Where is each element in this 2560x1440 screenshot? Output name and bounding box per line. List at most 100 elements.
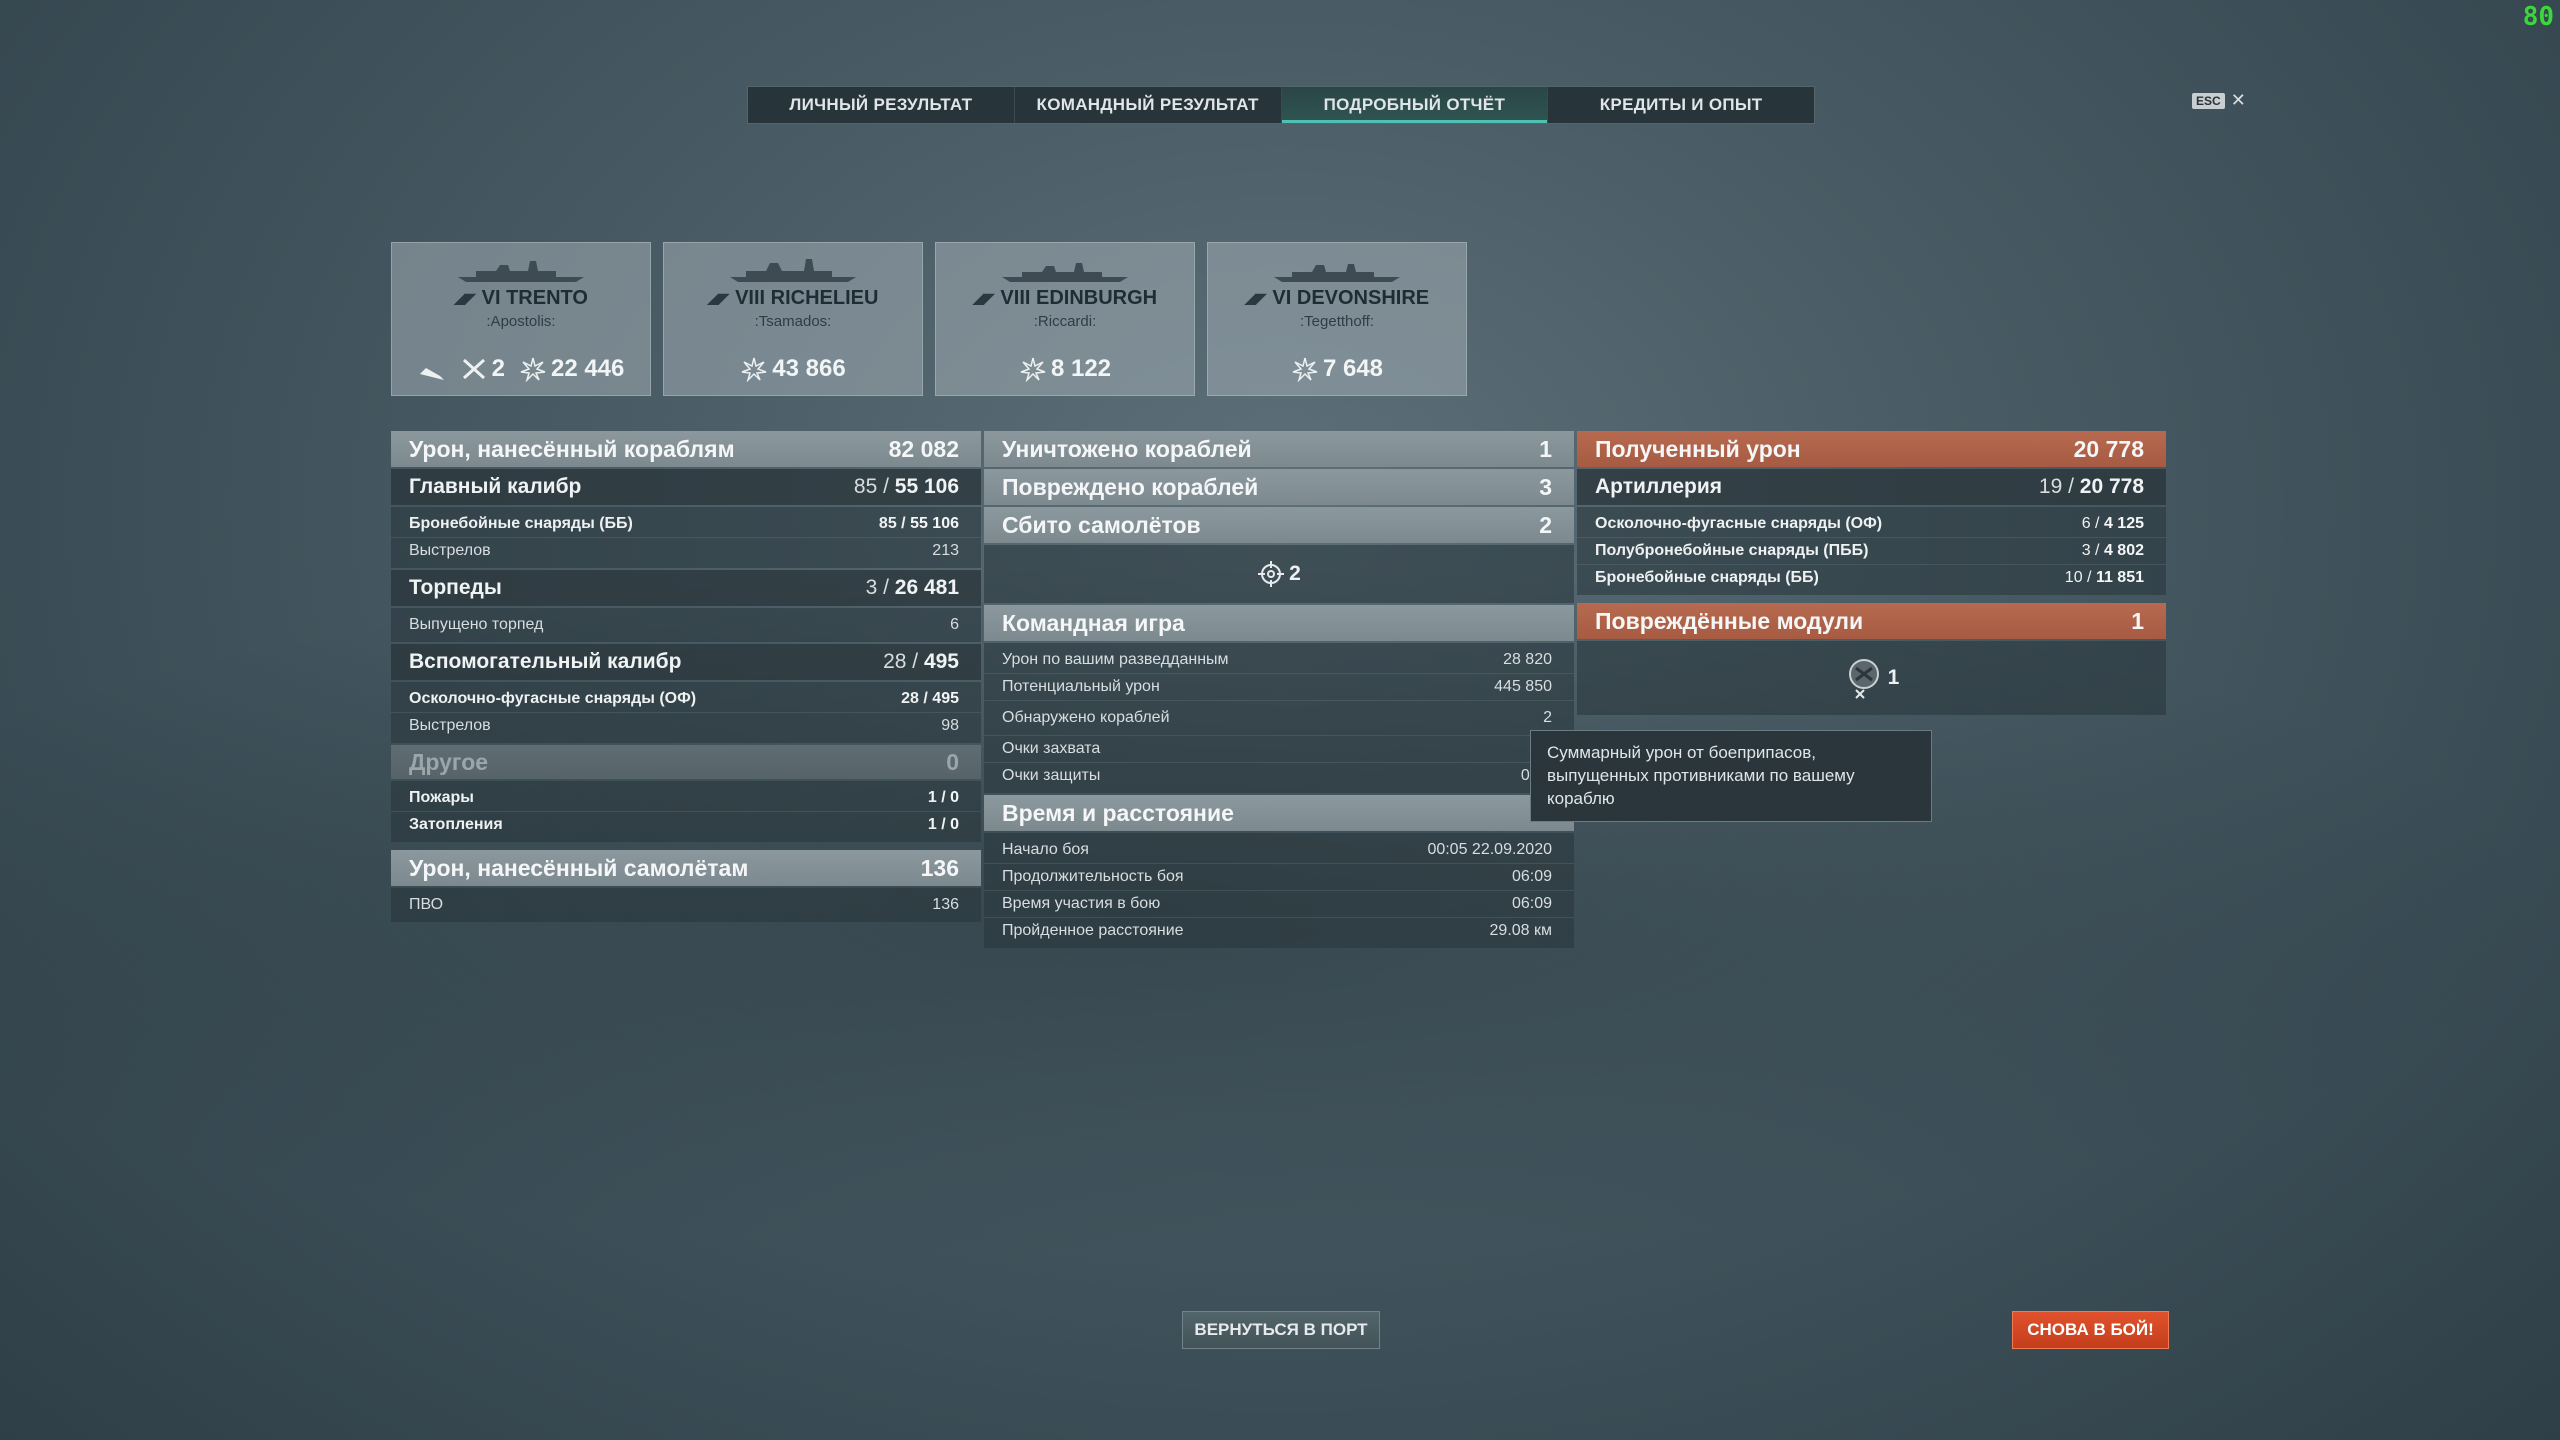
row-label: Главный калибр — [409, 475, 582, 498]
ship-name-text: VIII EDINBURGH — [1000, 287, 1158, 309]
stat-row: Осколочно-фугасные снаряды (ОФ) 28 / 495 — [391, 686, 981, 713]
damage-received-header[interactable]: Полученный урон 20 778 — [1577, 431, 2166, 467]
main-caliber-details: Бронебойные снаряды (ББ) 85 / 55 106 Выст… — [391, 507, 981, 568]
ship-name: ◢◤ VIII EDINBURGH — [936, 287, 1194, 310]
time-distance-header: Время и расстояние — [984, 795, 1574, 831]
artillery-details: Осколочно-фугасные снаряды (ОФ) 6 / 4 125… — [1577, 507, 2166, 595]
ship-name: ◢◤ VIII RICHELIEU — [664, 287, 922, 310]
team-play-details: Урон по вашим разведданным 28 820 Потенци… — [984, 643, 1574, 793]
stat-row: Начало боя 00:05 22.09.2020 — [984, 837, 1574, 864]
ship-name-text: VIII RICHELIEU — [735, 287, 879, 309]
damage-dealt-panel: Урон, нанесённый кораблям 82 082 Главный… — [391, 431, 981, 924]
other-details: Пожары 1 / 0 Затопления 1 / 0 — [391, 781, 981, 842]
aircraft-icon — [418, 356, 446, 382]
ship-silhouette-icon — [730, 259, 856, 282]
nation-flag-icon: ◢◤ — [707, 290, 730, 306]
main-caliber-row: Главный калибр 85 / 55 106 — [391, 469, 981, 505]
stat-row: Бронебойные снаряды (ББ) 10 / 11 851 — [1595, 569, 2144, 586]
damage-to-ships-header: Урон, нанесённый кораблям 82 082 — [391, 431, 981, 467]
tooltip: Суммарный урон от боеприпасов, выпущенны… — [1530, 730, 1932, 822]
explosion-icon — [742, 357, 767, 382]
esc-key-label: ESC — [2192, 92, 2225, 109]
damage-to-planes-header: Урон, нанесённый самолётам 136 — [391, 850, 981, 886]
damage-value: 43 866 — [772, 355, 846, 382]
header-label: Урон, нанесённый кораблям — [409, 435, 735, 462]
row-value: 3 / 26 481 — [865, 576, 959, 599]
achievements-panel: Уничтожено кораблей 1 Повреждено кораблей… — [984, 431, 1574, 950]
ship-card[interactable]: ◢◤ VI TRENTO :Apostolis: 2 22 446 — [391, 242, 651, 396]
damage-value: 7 648 — [1322, 355, 1384, 382]
header-value: 82 082 — [888, 435, 959, 462]
tab-credits-xp[interactable]: КРЕДИТЫ И ОПЫТ — [1548, 87, 1814, 123]
stat-row: Затопления 1 / 0 — [409, 816, 959, 833]
torpedoes-row: Торпеды 3 / 26 481 — [391, 570, 981, 606]
planes-destroyed-stat: 2 — [460, 355, 505, 383]
return-to-port-button[interactable]: ВЕРНУТЬСЯ В ПОРТ — [1182, 1311, 1380, 1349]
damage-value: 22 446 — [550, 355, 625, 382]
stat-row: Пожары 1 / 0 — [391, 785, 981, 812]
close-icon: ✕ — [2230, 90, 2246, 110]
tab-detailed-report[interactable]: ПОДРОБНЫЙ ОТЧЁТ — [1281, 87, 1549, 123]
damage-stat: 8 122 — [1019, 355, 1111, 383]
row-value: 28 / 495 — [883, 650, 959, 673]
stat-row: Выстрелов 213 — [409, 542, 959, 559]
stat-row: Бронебойные снаряды (ББ) 85 / 55 106 — [391, 511, 981, 538]
stat-row: Урон по вашим разведданным 28 820 — [984, 647, 1574, 674]
stat-row: Выпущено торпед 6 — [409, 616, 959, 633]
ship-card[interactable]: ◢◤ VIII EDINBURGH :Riccardi: 8 122 — [935, 242, 1195, 396]
battle-again-button[interactable]: СНОВА В БОЙ! — [2012, 1311, 2169, 1349]
player-name: :Riccardi: — [1033, 313, 1097, 330]
ship-name: ◢◤ VI DEVONSHIRE — [1208, 287, 1466, 310]
damaged-modules-row: 1 — [1577, 641, 2166, 715]
stat-row: Пройденное расстояние 29.08 км — [1002, 922, 1552, 939]
explosion-icon — [520, 357, 546, 382]
planes-shot-icon-row: 2 — [984, 545, 1574, 603]
explosion-icon — [1020, 357, 1046, 382]
ship-card[interactable]: ◢◤ VI DEVONSHIRE :Tegetthoff: 7 648 — [1207, 242, 1467, 396]
ship-stats: 7 648 — [1208, 355, 1466, 383]
player-name: :Tegetthoff: — [1300, 313, 1374, 330]
planes-destroyed-count: 2 — [491, 355, 505, 382]
stat-row: ПВО 136 — [409, 896, 959, 913]
plane-destroyed-icon — [462, 358, 485, 380]
tab-personal-result[interactable]: ЛИЧНЫЙ РЕЗУЛЬТАТ — [748, 87, 1015, 123]
ship-cards: ◢◤ VI TRENTO :Apostolis: 2 22 446 ◢◤ VIII … — [391, 242, 1467, 396]
damaged-modules-header: Повреждённые модули 1 — [1577, 603, 2166, 639]
damage-stat: 7 648 — [1291, 355, 1383, 383]
ship-stats: 43 866 — [664, 355, 922, 383]
ships-destroyed-header: Уничтожено кораблей 1 — [984, 431, 1574, 467]
ship-name-text: VI TRENTO — [481, 287, 588, 309]
ship-name-text: VI DEVONSHIRE — [1272, 287, 1430, 309]
ship-stats: 8 122 — [936, 355, 1194, 383]
row-label: Вспомогательный калибр — [409, 650, 682, 673]
stat-row: Время участия в бою 06:09 — [984, 891, 1574, 918]
stat-row: Выстрелов 98 — [409, 717, 959, 734]
ship-name: ◢◤ VI TRENTO — [392, 287, 650, 310]
nation-flag-icon: ◢◤ — [454, 290, 476, 306]
tab-bar: ЛИЧНЫЙ РЕЗУЛЬТАТ КОМАНДНЫЙ РЕЗУЛЬТАТ ПОД… — [747, 86, 1815, 124]
close-button[interactable]: ESC ✕ — [2192, 90, 2246, 111]
artillery-row: Артиллерия 19 / 20 778 — [1577, 469, 2166, 505]
player-name: :Apostolis: — [486, 313, 556, 330]
ship-card[interactable]: ◢◤ VIII RICHELIEU :Tsamados: 43 866 — [663, 242, 923, 396]
stat-row: Очки захвата0 / — [984, 736, 1574, 763]
torpedo-details: Выпущено торпед 6 — [391, 608, 981, 642]
player-name: :Tsamados: — [754, 313, 832, 330]
ship-silhouette-icon — [1002, 263, 1128, 282]
module-damaged-icon — [1848, 659, 1879, 699]
damage-stat: 43 866 — [740, 355, 846, 383]
explosion-icon — [1292, 357, 1318, 382]
damaged-modules-count: 1 — [1887, 666, 1900, 689]
ships-damaged-header: Повреждено кораблей 3 — [984, 469, 1574, 505]
damage-received-panel: Полученный урон 20 778 Артиллерия 19 / 20… — [1577, 431, 2166, 715]
stat-row: Очки защиты0 / 1 — [1002, 767, 1552, 784]
tab-team-result[interactable]: КОМАНДНЫЙ РЕЗУЛЬТАТ — [1015, 87, 1282, 123]
other-header: Другое 0 — [391, 745, 981, 779]
aa-details: ПВО 136 — [391, 888, 981, 922]
ship-stats: 2 22 446 — [392, 355, 650, 383]
row-value: 85 / 55 106 — [853, 475, 959, 498]
stat-row: Обнаружено кораблей 2 — [984, 701, 1574, 736]
planes-shot-count: 2 — [1289, 562, 1301, 585]
planes-shot-header: Сбито самолётов 2 — [984, 507, 1574, 543]
stat-row: Полубронебойные снаряды (ПББ) 3 / 4 802 — [1577, 538, 2166, 565]
